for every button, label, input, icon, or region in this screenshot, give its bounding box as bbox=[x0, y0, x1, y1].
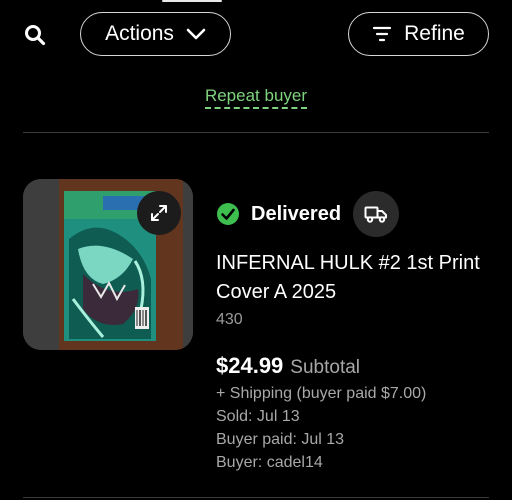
tracking-button[interactable] bbox=[353, 191, 400, 237]
truck-icon bbox=[364, 206, 388, 223]
filter-icon bbox=[373, 26, 392, 42]
refine-label: Refine bbox=[404, 22, 465, 45]
chevron-down-icon bbox=[186, 28, 206, 40]
top-indicator bbox=[162, 0, 222, 2]
divider bbox=[23, 132, 489, 133]
buyer-username: Buyer: cadel14 bbox=[216, 454, 323, 471]
search-button[interactable] bbox=[20, 20, 50, 50]
delivery-status: Delivered bbox=[216, 190, 400, 238]
status-label: Delivered bbox=[251, 202, 342, 225]
repeat-buyer-link[interactable]: Repeat buyer bbox=[204, 86, 308, 109]
item-price: $24.99 bbox=[216, 353, 284, 378]
expand-image-button[interactable] bbox=[137, 191, 181, 235]
shipping-info: + Shipping (buyer paid $7.00) bbox=[216, 385, 427, 402]
sold-date: Sold: Jul 13 bbox=[216, 408, 300, 425]
repeat-buyer-banner: Repeat buyer bbox=[0, 86, 512, 109]
price-label: Subtotal bbox=[290, 357, 361, 378]
price-row: $24.99 Subtotal bbox=[216, 353, 360, 379]
actions-dropdown-button[interactable]: Actions bbox=[80, 12, 231, 56]
divider bbox=[23, 497, 489, 498]
item-quantity: 430 bbox=[216, 311, 243, 328]
actions-label: Actions bbox=[105, 22, 174, 45]
search-icon bbox=[25, 25, 46, 46]
item-title[interactable]: INFERNAL HULK #2 1st Print Cover A 2025 bbox=[216, 249, 496, 307]
buyer-paid-date: Buyer paid: Jul 13 bbox=[216, 431, 345, 448]
check-circle-icon bbox=[217, 203, 239, 225]
refine-button[interactable]: Refine bbox=[348, 12, 489, 56]
expand-icon bbox=[151, 205, 167, 221]
